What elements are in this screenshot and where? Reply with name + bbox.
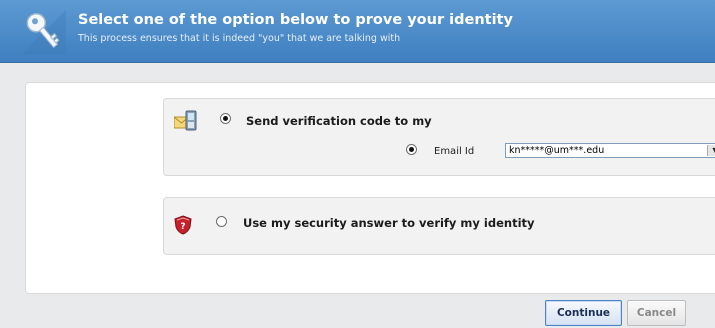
- page-subtitle: This process ensures that it is indeed "…: [78, 33, 401, 44]
- email-id-radio[interactable]: [406, 144, 417, 155]
- option-send-code-box: [163, 98, 715, 176]
- send-code-label: Send verification code to my: [246, 114, 432, 128]
- email-id-select[interactable]: kn*****@um***.edu ▼: [505, 143, 715, 158]
- security-answer-label: Use my security answer to verify my iden…: [243, 216, 535, 230]
- cancel-button[interactable]: Cancel: [627, 300, 686, 326]
- key-icon: [22, 10, 66, 54]
- security-shield-icon: ?: [174, 215, 192, 235]
- continue-button[interactable]: Continue: [545, 300, 622, 326]
- security-answer-radio[interactable]: [216, 216, 227, 227]
- page-title: Select one of the option below to prove …: [78, 12, 513, 28]
- email-id-label: Email Id: [434, 146, 475, 157]
- send-code-radio[interactable]: [220, 113, 231, 124]
- page-header: Select one of the option below to prove …: [0, 0, 715, 63]
- chevron-down-icon[interactable]: ▼: [707, 145, 715, 156]
- email-phone-icon: [174, 110, 197, 131]
- svg-text:?: ?: [180, 222, 185, 232]
- email-id-value: kn*****@um***.edu: [509, 145, 605, 156]
